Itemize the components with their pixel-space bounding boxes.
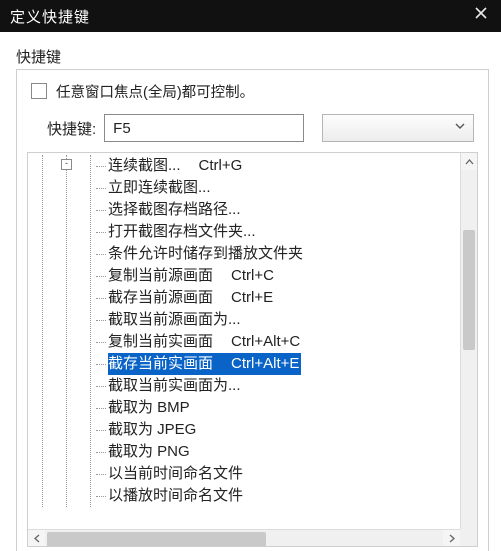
tree-item-label: 截取为 PNG <box>108 443 208 460</box>
tree-item[interactable]: 复制当前实画面Ctrl+Alt+C <box>108 331 477 353</box>
horizontal-scrollbar[interactable] <box>28 529 460 546</box>
hotkey-label: 快捷键: <box>47 118 96 139</box>
tree-item[interactable]: 连续截图...Ctrl+G <box>108 155 477 177</box>
action-dropdown[interactable] <box>322 114 474 142</box>
tree-item-shortcut: Ctrl+Alt+E <box>231 355 299 372</box>
tree-item-label: 截存当前实画面 <box>108 355 231 372</box>
window-title: 定义快捷键 <box>10 6 90 27</box>
scrollbar-corner <box>460 529 477 546</box>
tree-item-label: 复制当前实画面 <box>108 333 231 350</box>
global-focus-label: 任意窗口焦点(全局)都可控制。 <box>56 81 254 102</box>
tree-item-label: 选择截图存档路径... <box>108 201 259 218</box>
vertical-scrollbar[interactable] <box>460 153 477 546</box>
tree-item-label: 打开截图存档文件夹... <box>108 223 274 240</box>
tree-item-label: 截取当前源画面为... <box>108 311 259 328</box>
tree-item[interactable]: 截取为 JPEG <box>108 419 477 441</box>
scroll-right-icon[interactable] <box>443 530 460 546</box>
tree-container: 连续截图...Ctrl+G 立即连续截图... 选择截图存档路径... 打开截图存档文… <box>27 152 478 547</box>
group-label: 快捷键 <box>16 46 489 67</box>
tree-item[interactable]: 以当前时间命名文件 <box>108 463 477 485</box>
scroll-track[interactable] <box>45 530 443 546</box>
tree-guide-line <box>66 155 67 507</box>
tree-collapse-icon[interactable] <box>61 159 72 170</box>
global-focus-checkbox[interactable] <box>31 83 47 99</box>
tree-item-label: 以播放时间命名文件 <box>108 487 261 504</box>
scroll-up-icon[interactable] <box>461 153 477 170</box>
tree-item[interactable]: 条件允许时储存到播放文件夹 <box>108 243 477 265</box>
tree-item-label: 截取当前实画面为... <box>108 377 259 394</box>
tree-item-label: 以当前时间命名文件 <box>108 465 261 482</box>
tree-item[interactable]: 截取为 BMP <box>108 397 477 419</box>
global-focus-row: 任意窗口焦点(全局)都可控制。 <box>27 80 478 102</box>
tree-item-label: 连续截图... <box>108 157 199 174</box>
content-area: 快捷键 任意窗口焦点(全局)都可控制。 快捷键: <box>0 32 501 551</box>
tree-item[interactable]: 截存当前实画面Ctrl+Alt+E <box>108 353 301 375</box>
chevron-down-icon <box>455 123 465 133</box>
hotkey-input[interactable] <box>104 114 304 142</box>
tree-item[interactable]: 打开截图存档文件夹... <box>108 221 477 243</box>
tree-guide-line <box>42 155 43 507</box>
titlebar: 定义快捷键 <box>0 0 501 32</box>
scroll-thumb[interactable] <box>47 532 266 547</box>
tree-item-shortcut: Ctrl+E <box>231 289 273 306</box>
tree-item-label: 截取为 JPEG <box>108 421 214 438</box>
tree-item-shortcut: Ctrl+C <box>231 267 274 284</box>
close-icon[interactable] <box>471 6 491 26</box>
scroll-thumb[interactable] <box>463 230 475 350</box>
tree-item[interactable]: 截取当前实画面为... <box>108 375 477 397</box>
tree-item-label: 立即连续截图... <box>108 179 229 196</box>
group-box: 任意窗口焦点(全局)都可控制。 快捷键: 连续截图...Ctrl+G 立即连续截图… <box>16 69 489 551</box>
tree-item-label: 截存当前源画面 <box>108 289 231 306</box>
tree-item-label: 截取为 BMP <box>108 399 208 416</box>
command-tree[interactable]: 连续截图...Ctrl+G 立即连续截图... 选择截图存档路径... 打开截图存档文… <box>28 153 477 546</box>
tree-guide-line <box>90 155 91 507</box>
tree-item-shortcut: Ctrl+Alt+C <box>231 333 300 350</box>
tree-item-shortcut: Ctrl+G <box>199 157 243 174</box>
scroll-left-icon[interactable] <box>28 530 45 546</box>
scroll-track[interactable] <box>461 170 477 529</box>
tree-item[interactable]: 截存当前源画面Ctrl+E <box>108 287 477 309</box>
tree-item[interactable]: 立即连续截图... <box>108 177 477 199</box>
tree-item[interactable]: 选择截图存档路径... <box>108 199 477 221</box>
tree-item-label: 复制当前源画面 <box>108 267 231 284</box>
tree-item[interactable]: 截取为 PNG <box>108 441 477 463</box>
tree-item[interactable]: 以播放时间命名文件 <box>108 485 477 507</box>
tree-item-label: 条件允许时储存到播放文件夹 <box>108 245 321 262</box>
hotkey-row: 快捷键: <box>47 114 474 142</box>
tree-item[interactable]: 复制当前源画面Ctrl+C <box>108 265 477 287</box>
tree-item[interactable]: 截取当前源画面为... <box>108 309 477 331</box>
